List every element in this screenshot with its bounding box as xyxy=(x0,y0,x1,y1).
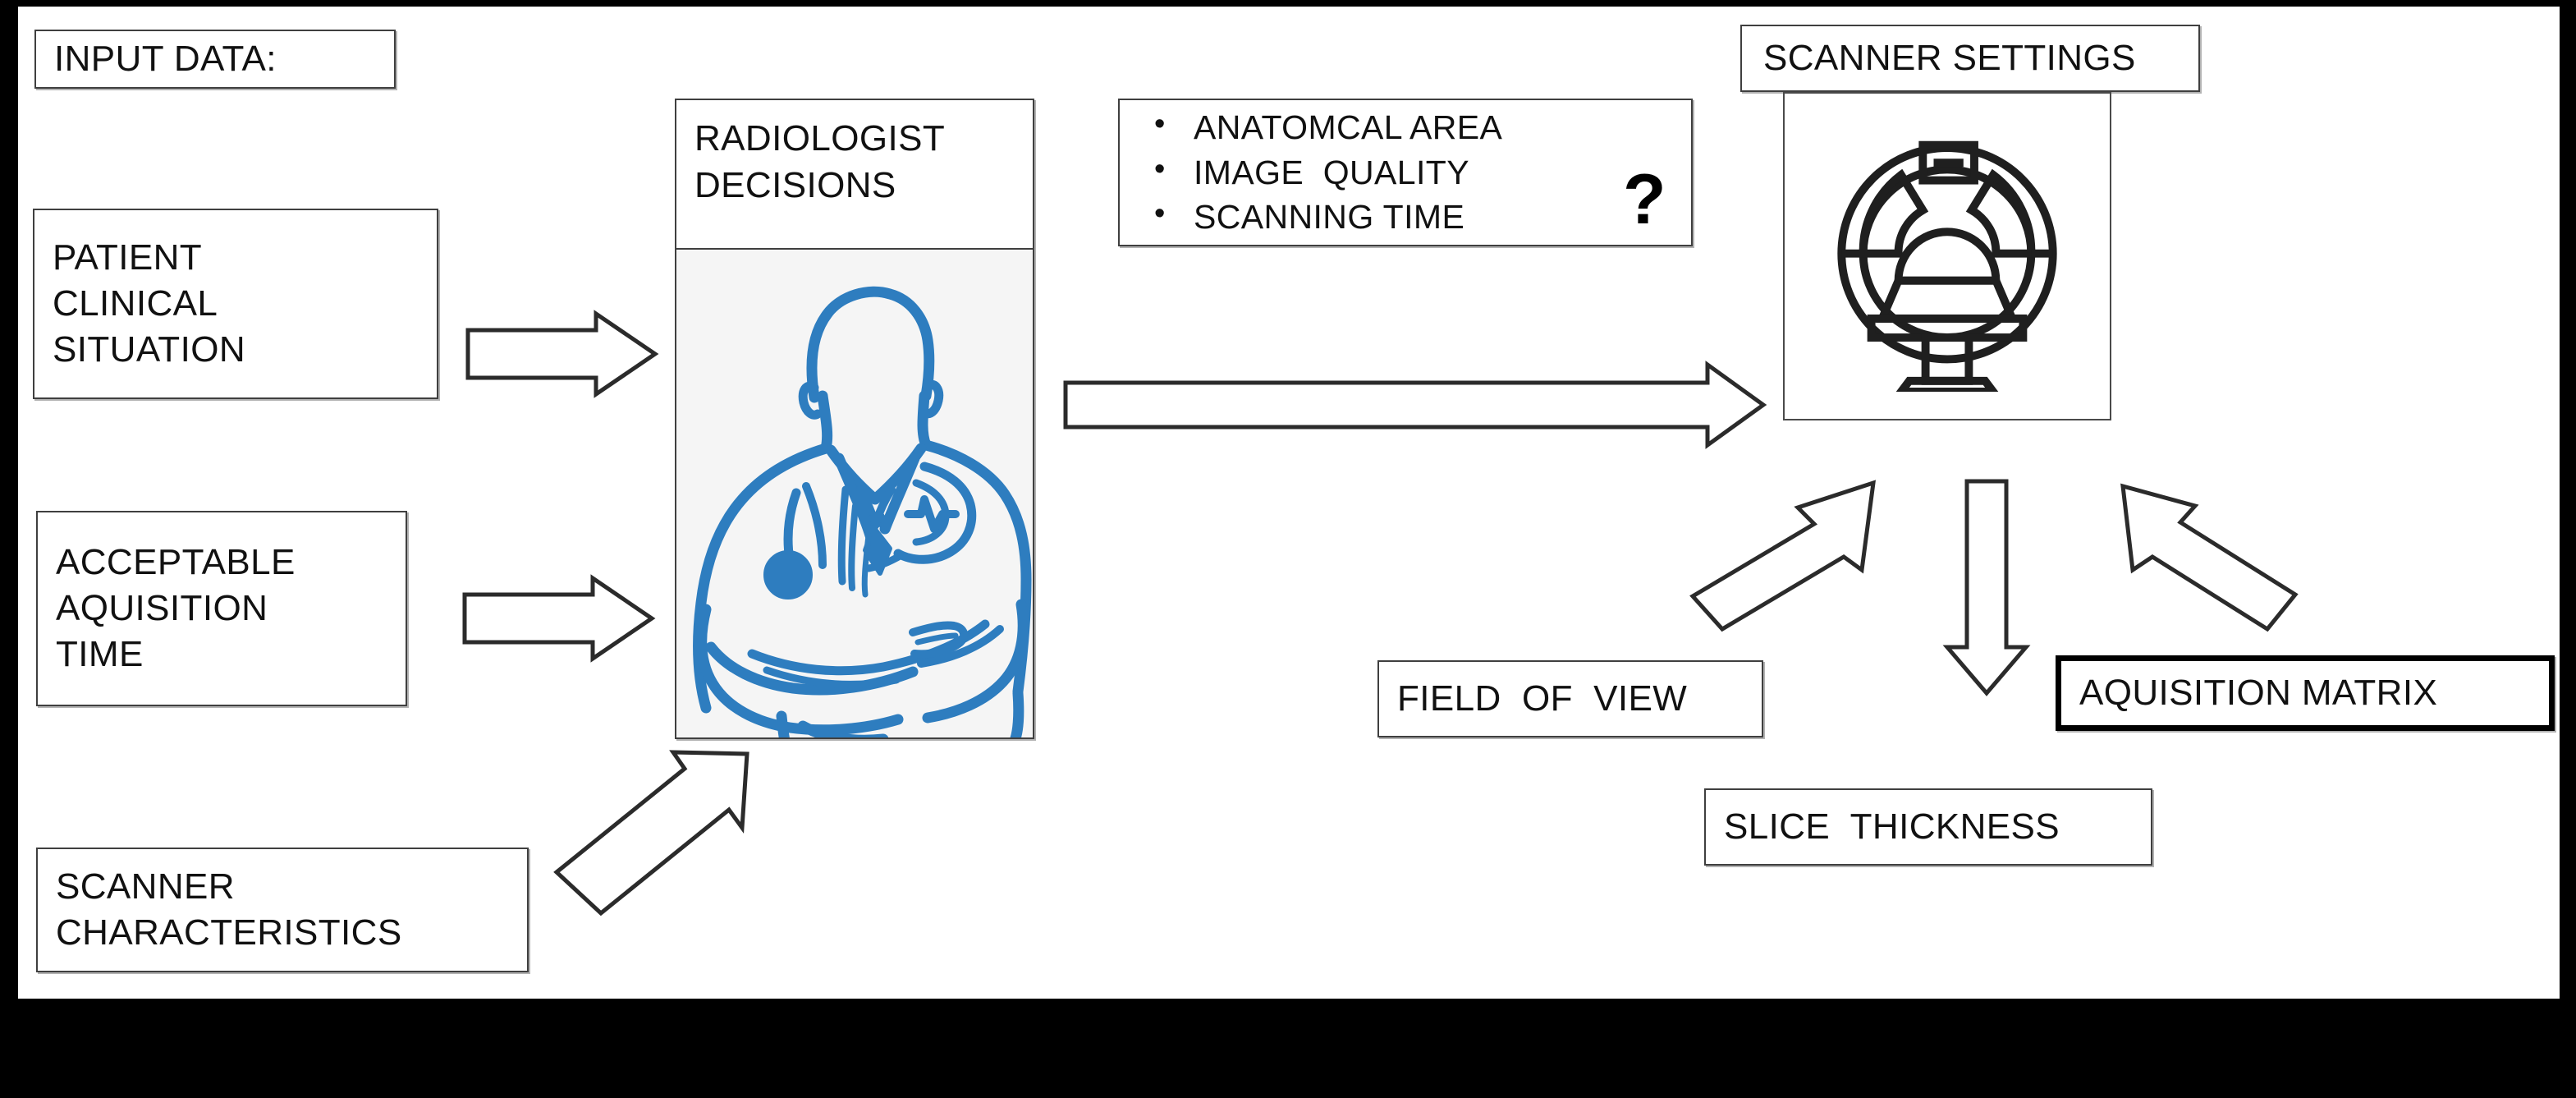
arrow-acceptable-to-radiologist xyxy=(461,573,658,664)
scanner-settings-title-box: SCANNER SETTINGS xyxy=(1740,25,2200,92)
patient-line-1: PATIENT xyxy=(53,237,203,278)
radiologist-title-line-2: DECISIONS xyxy=(694,165,896,206)
diagram-canvas: INPUT DATA: PATIENT CLINICAL SITUATION A… xyxy=(18,7,2560,999)
radiologist-decisions-header: RADIOLOGIST DECISIONS xyxy=(676,100,1033,250)
consideration-item: IMAGE QUALITY xyxy=(1148,149,1691,195)
field-of-view-box: FIELD OF VIEW xyxy=(1377,660,1763,737)
arrow-radiologist-to-scanner xyxy=(1062,360,1768,450)
arrow-patient-to-radiologist xyxy=(465,309,662,399)
considerations-list: ANATOMCAL AREA IMAGE QUALITY SCANNING TI… xyxy=(1120,103,1691,241)
aquisition-matrix-box: AQUISITION MATRIX xyxy=(2056,655,2555,731)
arrow-scanner-to-matrix xyxy=(2113,471,2302,652)
acceptable-line-1: ACCEPTABLE xyxy=(56,541,296,582)
arrow-scanner-to-slice xyxy=(1937,476,2036,698)
ct-scanner-image-box xyxy=(1783,92,2111,420)
acceptable-aquisition-time-box: ACCEPTABLE AQUISITION TIME xyxy=(36,511,407,706)
ct-scanner-icon xyxy=(1837,140,2057,392)
consideration-item: ANATOMCAL AREA xyxy=(1148,103,1691,150)
radiologist-illustration-panel xyxy=(676,250,1033,737)
arrow-scanner-to-fov xyxy=(1683,471,1880,652)
question-mark-glyph: ? xyxy=(1623,160,1666,239)
considerations-box: ANATOMCAL AREA IMAGE QUALITY SCANNING TI… xyxy=(1118,99,1693,246)
radiologist-decisions-box: RADIOLOGIST DECISIONS xyxy=(675,99,1034,739)
acceptable-line-2: AQUISITION xyxy=(56,587,268,628)
scanner-characteristics-box: SCANNER CHARACTERISTICS xyxy=(36,848,529,972)
patient-line-2: CLINICAL xyxy=(53,283,218,324)
doctor-illustration-icon xyxy=(693,286,1032,737)
scanner-settings-label: SCANNER SETTINGS xyxy=(1763,37,2136,78)
arrow-scanner-char-to-radiologist xyxy=(552,746,757,918)
patient-clinical-situation-box: PATIENT CLINICAL SITUATION xyxy=(33,209,438,399)
scanner-char-line-1: SCANNER xyxy=(56,866,235,907)
patient-line-3: SITUATION xyxy=(53,329,246,370)
scanner-char-line-2: CHARACTERISTICS xyxy=(56,912,402,953)
input-data-heading-box: INPUT DATA: xyxy=(34,30,396,89)
slice-thickness-label: SLICE THICKNESS xyxy=(1724,806,2060,847)
input-data-heading-label: INPUT DATA: xyxy=(54,38,277,79)
acceptable-line-3: TIME xyxy=(56,634,144,675)
radiologist-title-line-1: RADIOLOGIST xyxy=(694,118,946,158)
aquisition-matrix-label: AQUISITION MATRIX xyxy=(2079,672,2438,713)
consideration-item: SCANNING TIME xyxy=(1148,193,1691,240)
field-of-view-label: FIELD OF VIEW xyxy=(1397,678,1688,719)
slice-thickness-box: SLICE THICKNESS xyxy=(1704,788,2152,866)
